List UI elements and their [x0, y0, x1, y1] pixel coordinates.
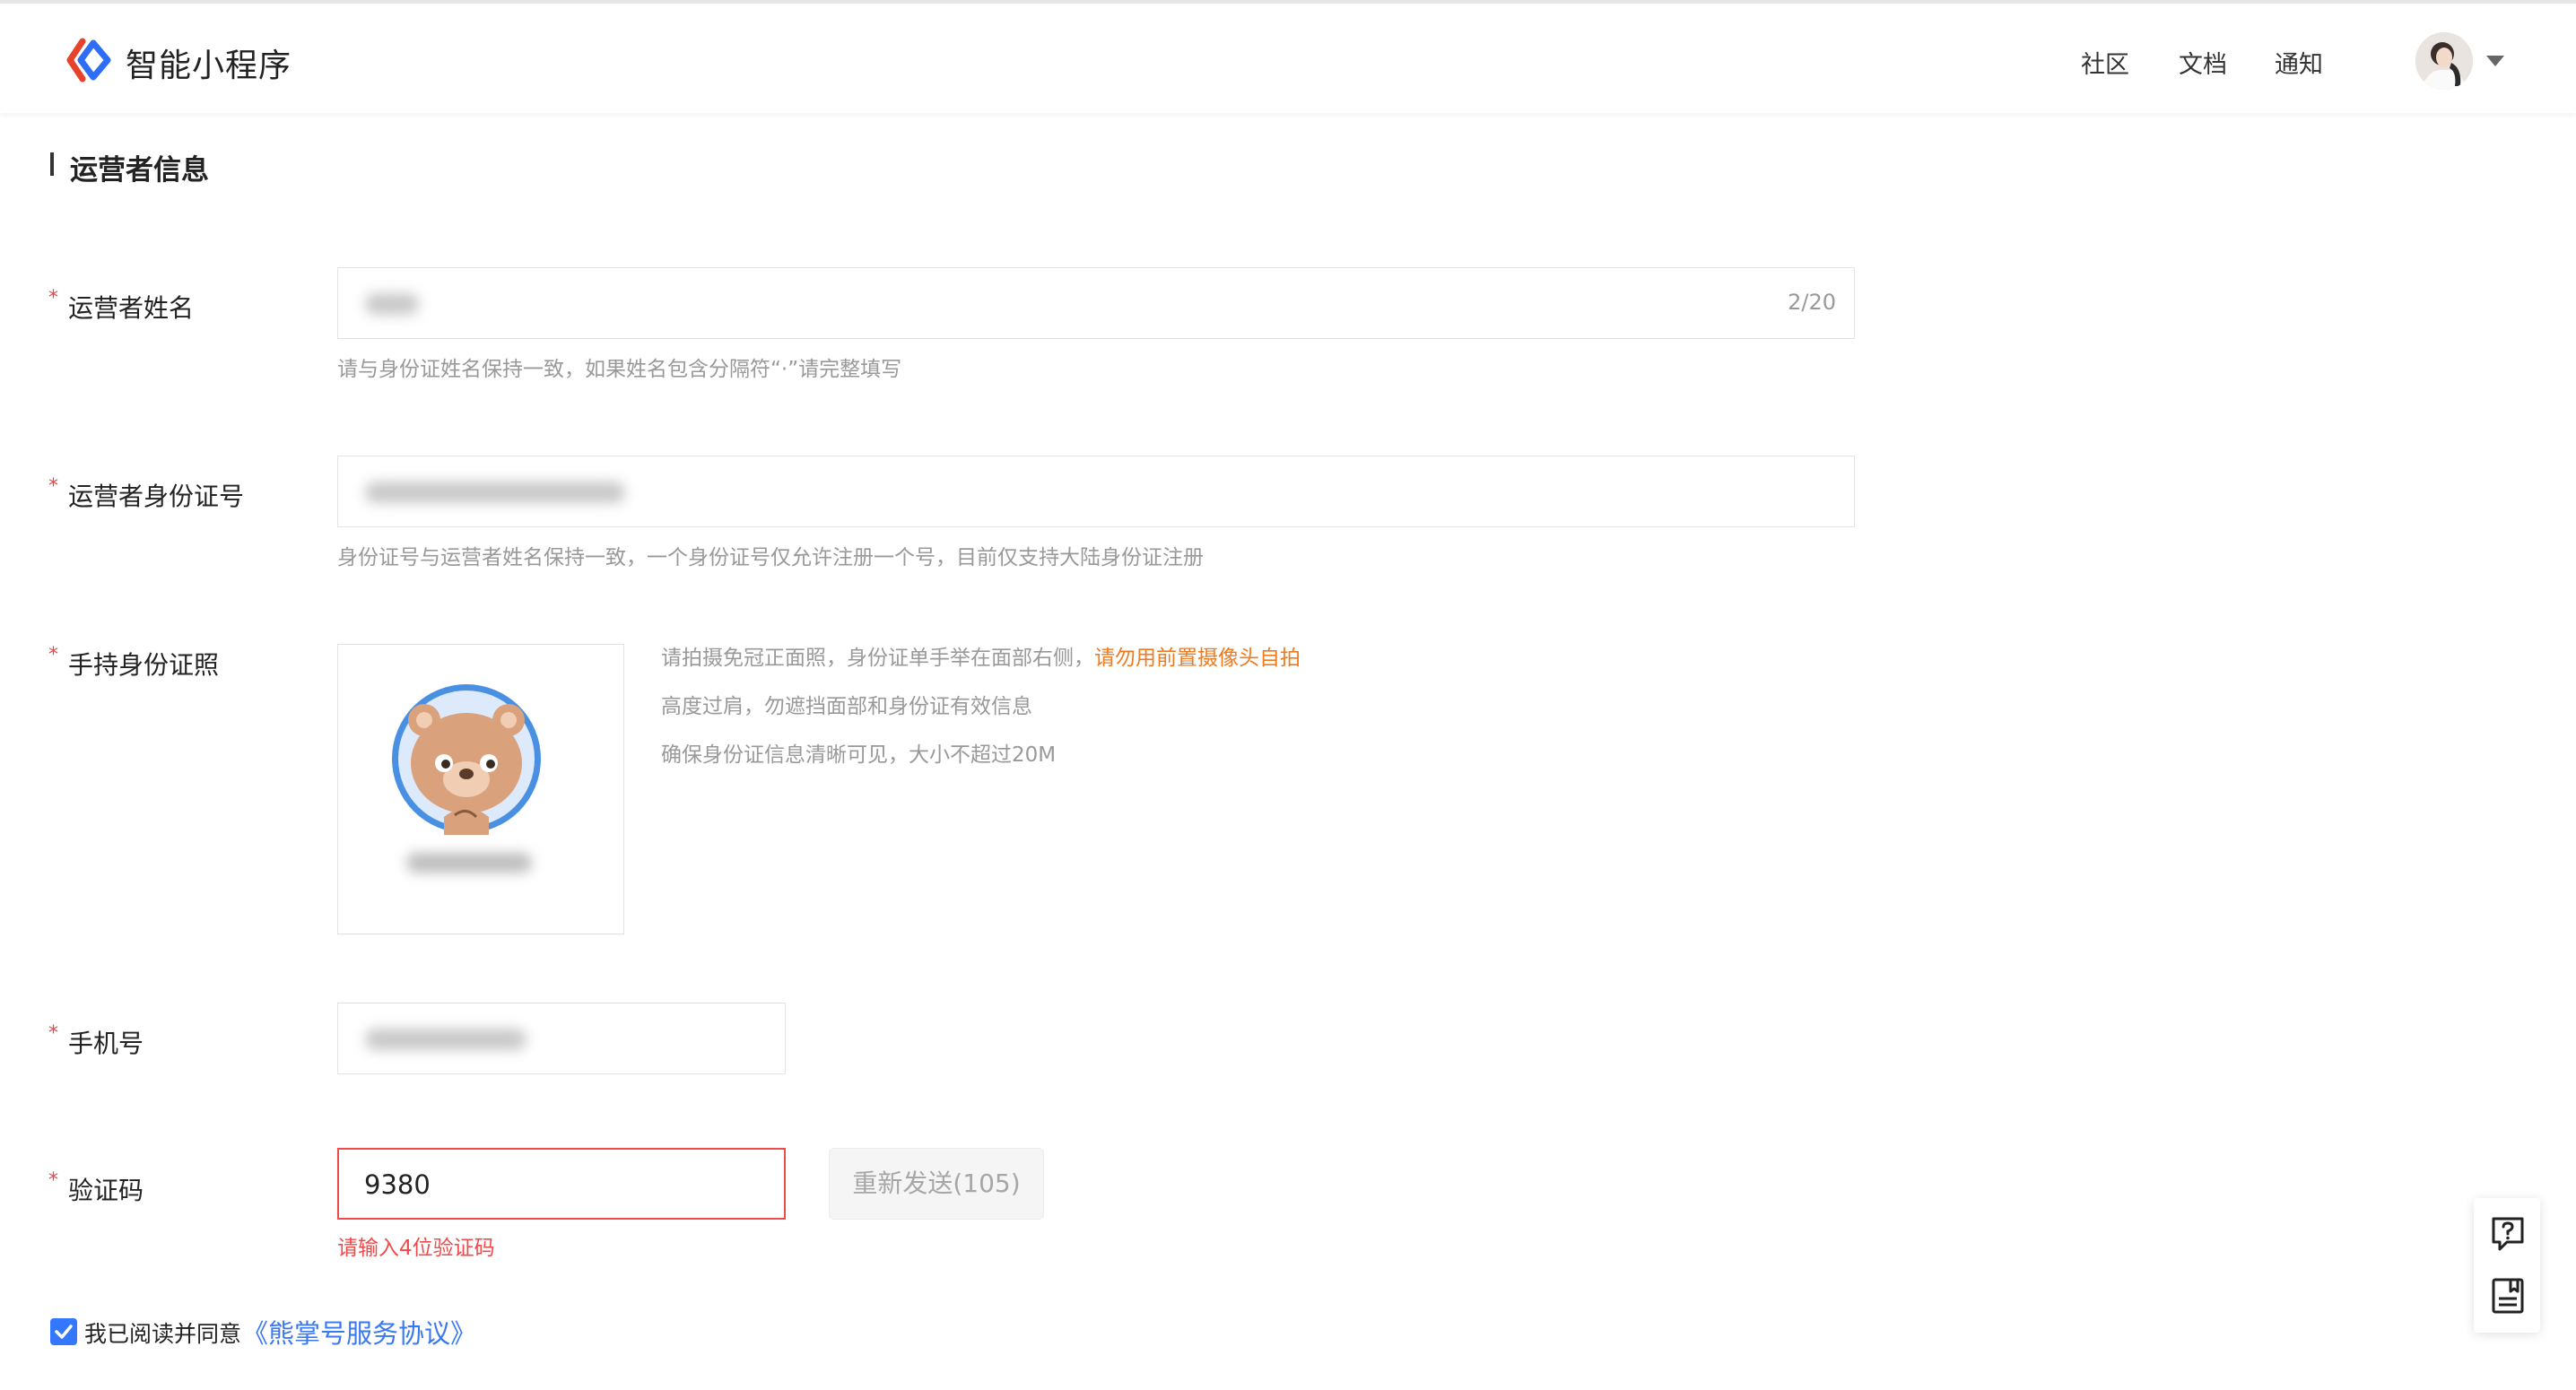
agreement-checkbox[interactable]	[50, 1318, 77, 1345]
check-icon	[55, 1325, 73, 1339]
required-mark-icon: *	[48, 1169, 58, 1192]
id-photo-upload[interactable]	[337, 644, 624, 934]
bear-avatar-icon	[392, 684, 541, 835]
masked-account-name	[406, 853, 532, 873]
name-char-counter: 2/20	[1788, 290, 1836, 315]
phone-input[interactable]	[337, 1003, 786, 1074]
operator-name-label: 运营者姓名	[68, 293, 195, 323]
resend-code-button[interactable]: 重新发送(105)	[829, 1148, 1044, 1220]
nav-notice[interactable]: 通知	[2275, 45, 2323, 80]
section-title-bar	[50, 152, 54, 176]
nav-docs[interactable]: 文档	[2179, 45, 2227, 80]
photo-hint-line1: 请拍摄免冠正面照，身份证单手举在面部右侧，请勿用前置摄像头自拍	[661, 640, 1301, 671]
chevron-down-icon[interactable]	[2486, 56, 2504, 66]
document-icon[interactable]	[2491, 1277, 2525, 1315]
required-mark-icon: *	[48, 1022, 58, 1045]
help-chat-icon[interactable]	[2491, 1216, 2525, 1254]
masked-name-value	[365, 293, 419, 315]
operator-name-hint: 请与身份证姓名保持一致，如果姓名包含分隔符“·”请完整填写	[337, 358, 902, 381]
user-avatar[interactable]	[2415, 32, 2473, 90]
required-mark-icon: *	[48, 475, 58, 498]
operator-name-input[interactable]: 2/20	[337, 267, 1855, 339]
verify-code-label: 验证码	[68, 1176, 144, 1205]
required-mark-icon: *	[48, 644, 58, 666]
required-mark-icon: *	[48, 287, 58, 309]
swan-logo-icon[interactable]	[66, 38, 113, 83]
user-avatar-icon	[2415, 32, 2473, 90]
nav-community[interactable]: 社区	[2081, 45, 2129, 80]
id-number-input[interactable]	[337, 456, 1855, 527]
photo-hint-text: 请拍摄免冠正面照，身份证单手举在面部右侧，	[661, 647, 1094, 670]
verify-code-error: 请输入4位验证码	[337, 1237, 495, 1260]
section-title: 运营者信息	[70, 154, 209, 187]
photo-hint-warning: 请勿用前置摄像头自拍	[1094, 647, 1301, 670]
verify-code-value: 9380	[364, 1169, 431, 1200]
id-photo-label: 手持身份证照	[68, 650, 220, 680]
agreement-text: 我已阅读并同意	[84, 1321, 242, 1347]
masked-id-value	[365, 482, 625, 503]
brand-name[interactable]: 智能小程序	[126, 39, 292, 86]
phone-label: 手机号	[68, 1029, 144, 1058]
masked-phone-value	[365, 1029, 527, 1050]
id-number-hint: 身份证号与运营者姓名保持一致，一个身份证号仅允许注册一个号，目前仅支持大陆身份证…	[337, 546, 1204, 569]
photo-hint-line3: 确保身份证信息清晰可见，大小不超过20M	[661, 743, 1057, 767]
id-number-label: 运营者身份证号	[68, 482, 245, 511]
service-agreement-link[interactable]: 《熊掌号服务协议》	[242, 1313, 476, 1351]
photo-hint-line2: 高度过肩，勿遮挡面部和身份证有效信息	[661, 695, 1032, 718]
floating-toolbar	[2474, 1198, 2540, 1333]
verify-code-input[interactable]: 9380	[337, 1148, 786, 1220]
top-header: 智能小程序 社区 文档 通知	[0, 0, 2576, 113]
